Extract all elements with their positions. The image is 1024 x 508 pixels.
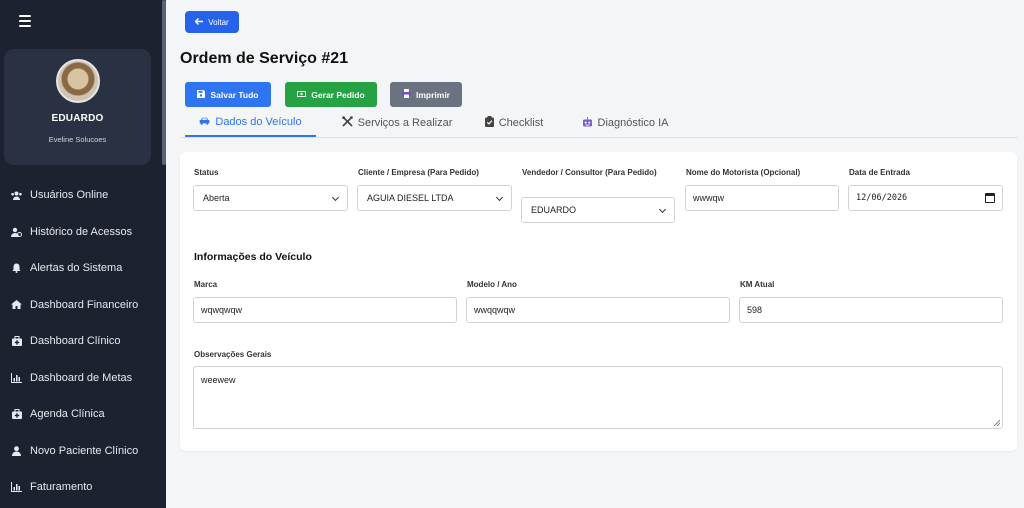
users-icon (11, 190, 22, 201)
vehicle-section-title: Informações do Veículo (194, 251, 312, 263)
status-select[interactable]: Aberta (193, 185, 348, 211)
user-history-icon (11, 226, 22, 237)
sidebar-item-label: Dashboard Financeiro (30, 298, 139, 311)
sidebar-item-label: Dashboard Clínico (30, 335, 121, 348)
sidebar-item-dashboard-metas[interactable]: Dashboard de Metas (0, 360, 162, 397)
home-icon (11, 299, 22, 310)
print-label: Imprimir (415, 89, 450, 100)
sidebar-item-novo-paciente[interactable]: Novo Paciente Clínico (0, 433, 162, 470)
sidebar-menu: Usuários Online Histórico de Acessos Ale… (0, 177, 162, 506)
client-label: Cliente / Empresa (Para Pedido) (358, 168, 479, 177)
save-all-label: Salvar Tudo (210, 89, 259, 100)
tab-dados-veiculo[interactable]: Dados do Veículo (185, 109, 316, 137)
brand-input[interactable]: wqwqwqw (193, 297, 457, 323)
model-input[interactable]: wwqqwqw (466, 297, 730, 323)
tab-label: Dados do Veículo (215, 116, 302, 128)
chart-bar-icon (11, 372, 22, 383)
chart-bar-icon (11, 482, 22, 493)
sidebar-item-label: Novo Paciente Clínico (30, 444, 139, 457)
brand-label: Marca (194, 280, 218, 289)
arrow-left-icon (194, 17, 204, 27)
tab-diagnostico-ia[interactable]: Diagnóstico IA (575, 109, 675, 137)
km-value: 598 (747, 305, 763, 315)
model-label: Modelo / Ano (467, 280, 517, 289)
sidebar: EDUARDO Eveline Solucoes Usuários Online… (0, 0, 166, 508)
clipboard-check-icon (484, 116, 494, 130)
seller-select[interactable]: EDUARDO (521, 197, 675, 223)
page-title: Ordem de Serviço #21 (180, 50, 349, 67)
calendar-icon[interactable] (985, 193, 995, 203)
main-content: Voltar Ordem de Serviço #21 Salvar Tudo … (166, 0, 1024, 508)
generate-order-label: Gerar Pedido (311, 89, 365, 100)
floppy-disk-icon (197, 89, 206, 100)
tab-servicos[interactable]: Serviços a Realizar (338, 109, 456, 137)
km-input[interactable]: 598 (739, 297, 1003, 323)
sidebar-item-alertas[interactable]: Alertas do Sistema (0, 250, 162, 287)
client-select[interactable]: AGUIA DIESEL LTDA (357, 185, 512, 211)
medkit-icon (11, 336, 22, 347)
entry-date-input[interactable]: 12/06/2026 (848, 185, 1003, 211)
brand-value: wqwqwqw (201, 305, 243, 315)
tools-icon (341, 116, 353, 130)
profile-name: EDUARDO (51, 113, 104, 124)
user-icon (11, 445, 22, 456)
sidebar-item-agenda-clinica[interactable]: Agenda Clínica (0, 396, 162, 433)
sidebar-item-usuarios-online[interactable]: Usuários Online (0, 177, 162, 214)
printer-icon (401, 89, 411, 100)
profile-company: Eveline Solucoes (48, 135, 107, 144)
profile-card: EDUARDO Eveline Solucoes (4, 49, 151, 165)
seller-label: Vendedor / Consultor (Para Pedido) (522, 168, 657, 177)
notes-label: Observações Gerais (194, 350, 272, 359)
entry-date-label: Data de Entrada (849, 168, 910, 177)
sidebar-item-label: Alertas do Sistema (30, 262, 123, 275)
tab-label: Checklist (498, 117, 544, 129)
resize-handle-icon[interactable] (994, 420, 1000, 426)
sidebar-item-faturamento[interactable]: Faturamento (0, 469, 162, 506)
entry-date-value: 12/06/2026 (856, 193, 908, 203)
save-all-button[interactable]: Salvar Tudo (185, 82, 271, 107)
sidebar-item-historico[interactable]: Histórico de Acessos (0, 214, 162, 251)
seller-value: EDUARDO (531, 205, 577, 215)
car-icon (199, 117, 210, 128)
avatar (55, 59, 100, 103)
sidebar-item-label: Dashboard de Metas (30, 371, 133, 384)
sidebar-item-dashboard-financeiro[interactable]: Dashboard Financeiro (0, 287, 162, 324)
driver-value: wwwqw (693, 193, 725, 203)
notes-value: weewew (201, 375, 236, 385)
tab-label: Diagnóstico IA (597, 117, 669, 129)
notes-textarea[interactable]: weewew (193, 366, 1003, 429)
sidebar-item-label: Histórico de Acessos (30, 225, 133, 238)
generate-order-button[interactable]: Gerar Pedido (285, 82, 377, 107)
sidebar-item-dashboard-clinico[interactable]: Dashboard Clínico (0, 323, 162, 360)
km-label: KM Atual (740, 280, 775, 289)
print-button[interactable]: Imprimir (390, 82, 462, 107)
vehicle-form-card: Status Aberta Cliente / Empresa (Para Pe… (180, 152, 1017, 451)
status-value: Aberta (203, 193, 230, 203)
bell-icon (11, 263, 22, 274)
robot-icon (582, 116, 593, 130)
sidebar-item-label: Agenda Clínica (30, 408, 105, 421)
menu-toggle-icon[interactable] (19, 15, 31, 27)
money-bill-icon (297, 90, 307, 99)
status-label: Status (194, 168, 219, 177)
sidebar-item-label: Faturamento (30, 481, 93, 494)
driver-input[interactable]: wwwqw (685, 185, 839, 211)
client-value: AGUIA DIESEL LTDA (367, 193, 454, 203)
tab-bar: Dados do Veículo Serviços a Realizar Che… (180, 109, 1018, 138)
back-button[interactable]: Voltar (185, 11, 239, 33)
tab-label: Serviços a Realizar (357, 117, 453, 129)
tab-checklist[interactable]: Checklist (478, 109, 550, 137)
model-value: wwqqwqw (474, 305, 516, 315)
back-button-label: Voltar (208, 17, 229, 27)
sidebar-item-label: Usuários Online (30, 189, 109, 202)
medkit-icon (11, 409, 22, 420)
driver-label: Nome do Motorista (Opcional) (686, 168, 801, 177)
